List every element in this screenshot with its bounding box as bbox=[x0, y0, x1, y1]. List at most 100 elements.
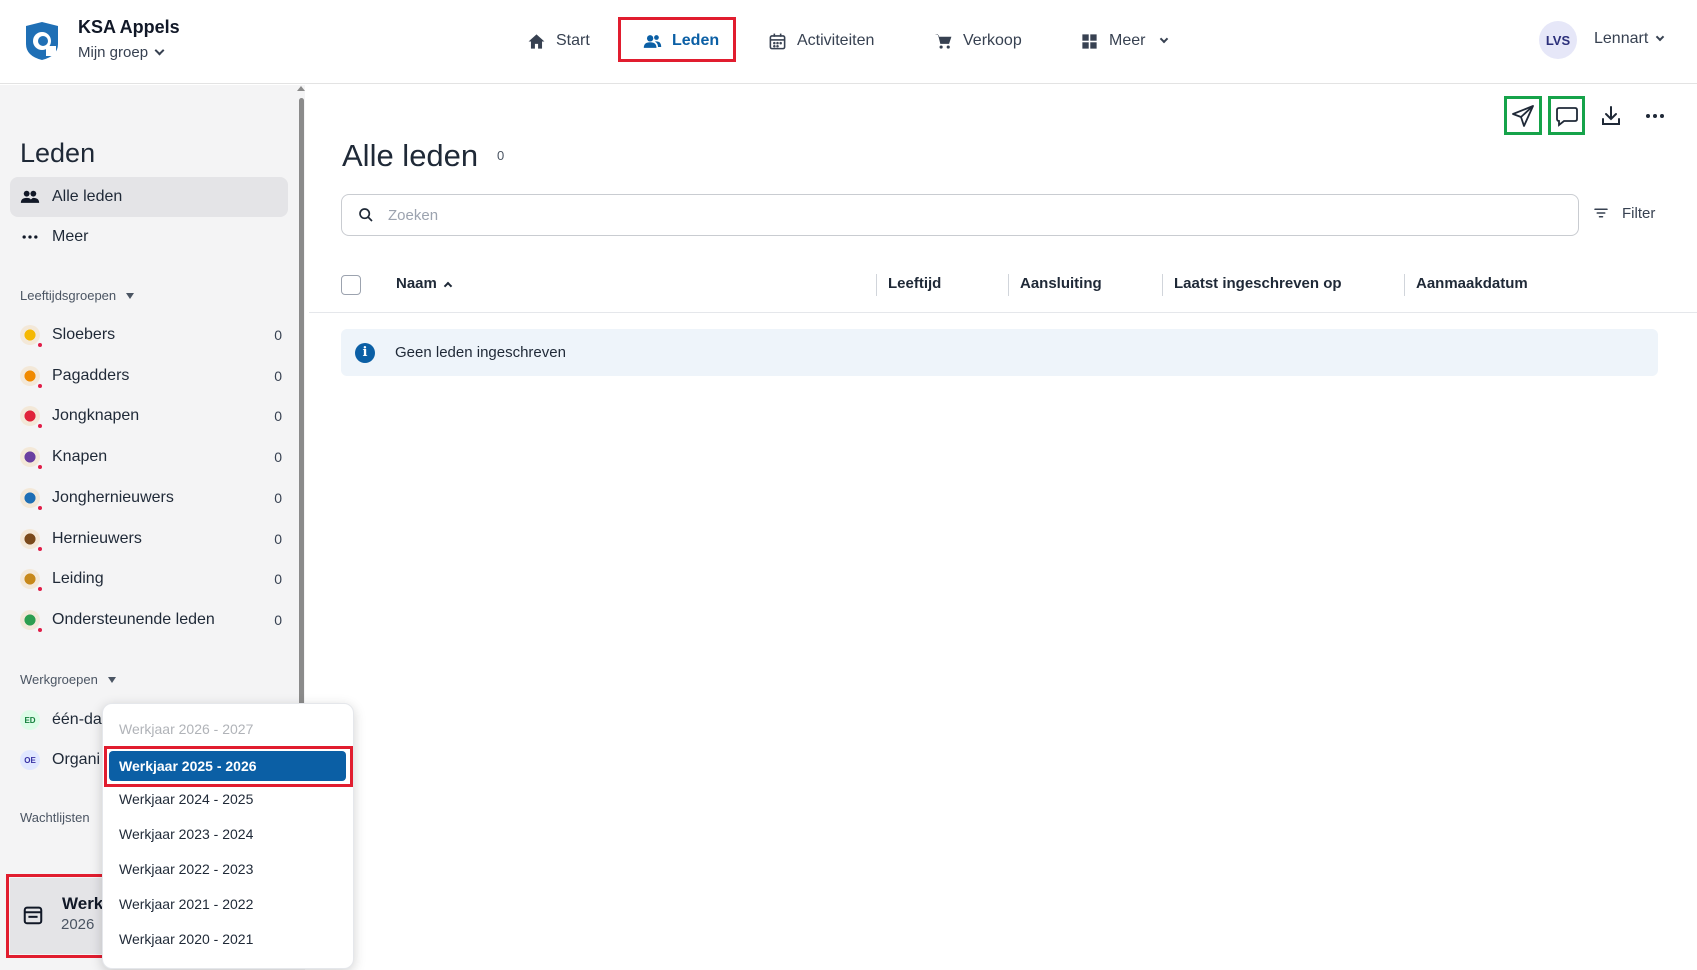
search-bar[interactable] bbox=[341, 194, 1579, 236]
werkjaar-option[interactable]: Werkjaar 2024 - 2025 bbox=[119, 791, 253, 807]
triangle-down-icon bbox=[126, 292, 135, 299]
age-group-count: 0 bbox=[274, 408, 282, 425]
werkjaar-option[interactable]: Werkjaar 2020 - 2021 bbox=[119, 931, 253, 947]
filter-icon bbox=[1594, 208, 1608, 218]
column-divider[interactable] bbox=[1162, 274, 1163, 296]
chevron-down-icon bbox=[154, 45, 165, 56]
sidebar-item-meer[interactable]: Meer bbox=[10, 217, 288, 257]
age-group-icon bbox=[20, 447, 42, 470]
calendar-icon bbox=[769, 33, 786, 49]
nav-verkoop[interactable]: Verkoop bbox=[934, 24, 1022, 58]
column-divider[interactable] bbox=[1008, 274, 1009, 296]
sidebar-item-label: Alle leden bbox=[52, 188, 123, 205]
workgroup-badge: ED bbox=[20, 710, 40, 730]
werkjaar-option[interactable]: Werkjaar 2022 - 2023 bbox=[119, 861, 253, 877]
chat-icon bbox=[1556, 107, 1578, 127]
nav-start[interactable]: Start bbox=[527, 24, 590, 58]
age-group-item[interactable]: Jongknapen 0 bbox=[20, 401, 282, 431]
column-header-naam[interactable]: Naam bbox=[396, 275, 453, 292]
sidebar-item-label: Meer bbox=[52, 228, 89, 245]
more-options-button[interactable] bbox=[1641, 102, 1669, 130]
select-all-checkbox[interactable] bbox=[341, 275, 361, 295]
age-group-item[interactable]: Pagadders 0 bbox=[20, 361, 282, 391]
age-group-count: 0 bbox=[274, 367, 282, 384]
section-werkgroepen[interactable]: Werkgroepen bbox=[20, 672, 116, 687]
workgroup-label: Organi bbox=[52, 751, 101, 768]
download-button[interactable] bbox=[1597, 102, 1625, 130]
download-icon bbox=[1602, 106, 1620, 125]
section-wachtlijsten[interactable]: Wachtlijsten bbox=[20, 810, 90, 825]
ksa-logo-icon[interactable] bbox=[22, 20, 62, 62]
age-group-count: 0 bbox=[274, 449, 282, 466]
more-horizontal-icon bbox=[1646, 114, 1664, 118]
nav-leden-label: Leden bbox=[672, 32, 720, 49]
triangle-down-icon bbox=[107, 676, 116, 683]
more-horizontal-icon bbox=[22, 235, 38, 239]
column-header-laatst-ingeschreven[interactable]: Laatst ingeschreven op bbox=[1174, 275, 1342, 292]
werkjaar-option[interactable]: Werkjaar 2021 - 2022 bbox=[119, 896, 253, 912]
status-dot-icon bbox=[38, 424, 42, 429]
top-bar: KSA Appels Mijn groep Start Leden Activi… bbox=[0, 0, 1697, 84]
calendar-event-icon bbox=[23, 906, 43, 925]
members-icon bbox=[20, 190, 40, 203]
section-label: Werkgroepen bbox=[20, 672, 98, 687]
sidebar-item-alle-leden[interactable]: Alle leden bbox=[10, 177, 288, 217]
age-group-icon bbox=[20, 609, 42, 632]
home-icon bbox=[528, 33, 545, 49]
send-email-button[interactable] bbox=[1509, 102, 1537, 130]
age-group-item[interactable]: Sloebers 0 bbox=[20, 320, 282, 350]
age-group-item[interactable]: Hernieuwers 0 bbox=[20, 524, 282, 554]
page-title: Alle leden bbox=[342, 138, 479, 173]
scroll-up-arrow-icon[interactable] bbox=[297, 86, 305, 91]
status-dot-icon bbox=[38, 627, 42, 632]
age-group-item[interactable]: Leiding 0 bbox=[20, 564, 282, 594]
sort-ascending-icon bbox=[443, 281, 453, 290]
age-group-icon bbox=[20, 569, 42, 592]
age-group-item[interactable]: Jonghernieuwers 0 bbox=[20, 483, 282, 513]
age-group-count: 0 bbox=[274, 327, 282, 343]
member-count: 0 bbox=[497, 148, 505, 163]
section-label: Leeftijdsgroepen bbox=[20, 288, 117, 303]
sidebar-scroll-thumb[interactable] bbox=[299, 98, 304, 708]
filter-label: Filter bbox=[1622, 204, 1656, 222]
avatar[interactable]: LVS bbox=[1539, 21, 1577, 59]
werkjaar-option[interactable]: Werkjaar 2023 - 2024 bbox=[119, 826, 253, 842]
age-group-icon bbox=[20, 365, 42, 388]
send-icon bbox=[1512, 105, 1534, 127]
empty-state-text: Geen leden ingeschreven bbox=[395, 344, 566, 361]
search-input[interactable] bbox=[388, 206, 1538, 224]
grid-icon bbox=[1082, 33, 1097, 49]
age-group-icon bbox=[20, 487, 42, 510]
members-icon bbox=[643, 34, 662, 48]
column-header-aansluiting[interactable]: Aansluiting bbox=[1020, 275, 1102, 292]
age-group-icon bbox=[20, 528, 42, 551]
nav-activiteiten-label: Activiteiten bbox=[797, 32, 875, 49]
werkjaar-option-selected[interactable]: Werkjaar 2025 - 2026 bbox=[109, 751, 346, 781]
sidebar-title: Leden bbox=[20, 138, 96, 168]
column-divider[interactable] bbox=[876, 274, 877, 296]
user-name: Lennart bbox=[1594, 30, 1649, 47]
age-group-icon bbox=[20, 406, 42, 429]
werkjaar-subtitle: 2026 bbox=[61, 916, 95, 933]
age-group-item[interactable]: Ondersteunende leden 0 bbox=[20, 605, 282, 635]
age-group-icon bbox=[20, 325, 42, 347]
nav-meer[interactable]: Meer bbox=[1080, 24, 1169, 58]
chevron-down-icon bbox=[1656, 32, 1665, 42]
send-message-button[interactable] bbox=[1553, 102, 1581, 130]
werkjaar-title: Werk bbox=[62, 894, 104, 913]
nav-leden[interactable]: Leden bbox=[643, 24, 719, 58]
nav-activiteiten[interactable]: Activiteiten bbox=[768, 24, 874, 58]
age-group-count: 0 bbox=[274, 611, 282, 628]
filter-button[interactable]: Filter bbox=[1592, 204, 1655, 222]
column-divider[interactable] bbox=[1404, 274, 1405, 296]
age-group-count: 0 bbox=[274, 571, 282, 588]
column-header-aanmaakdatum[interactable]: Aanmaakdatum bbox=[1416, 275, 1528, 292]
age-group-count: 0 bbox=[274, 530, 282, 547]
group-selector[interactable]: Mijn groep bbox=[78, 44, 165, 61]
section-leeftijdsgroepen[interactable]: Leeftijdsgroepen bbox=[20, 288, 135, 303]
age-group-item[interactable]: Knapen 0 bbox=[20, 442, 282, 472]
status-dot-icon bbox=[38, 546, 42, 551]
workgroup-label: één-da bbox=[52, 711, 102, 728]
user-menu[interactable]: Lennart bbox=[1594, 30, 1665, 48]
column-header-leeftijd[interactable]: Leeftijd bbox=[888, 275, 941, 292]
